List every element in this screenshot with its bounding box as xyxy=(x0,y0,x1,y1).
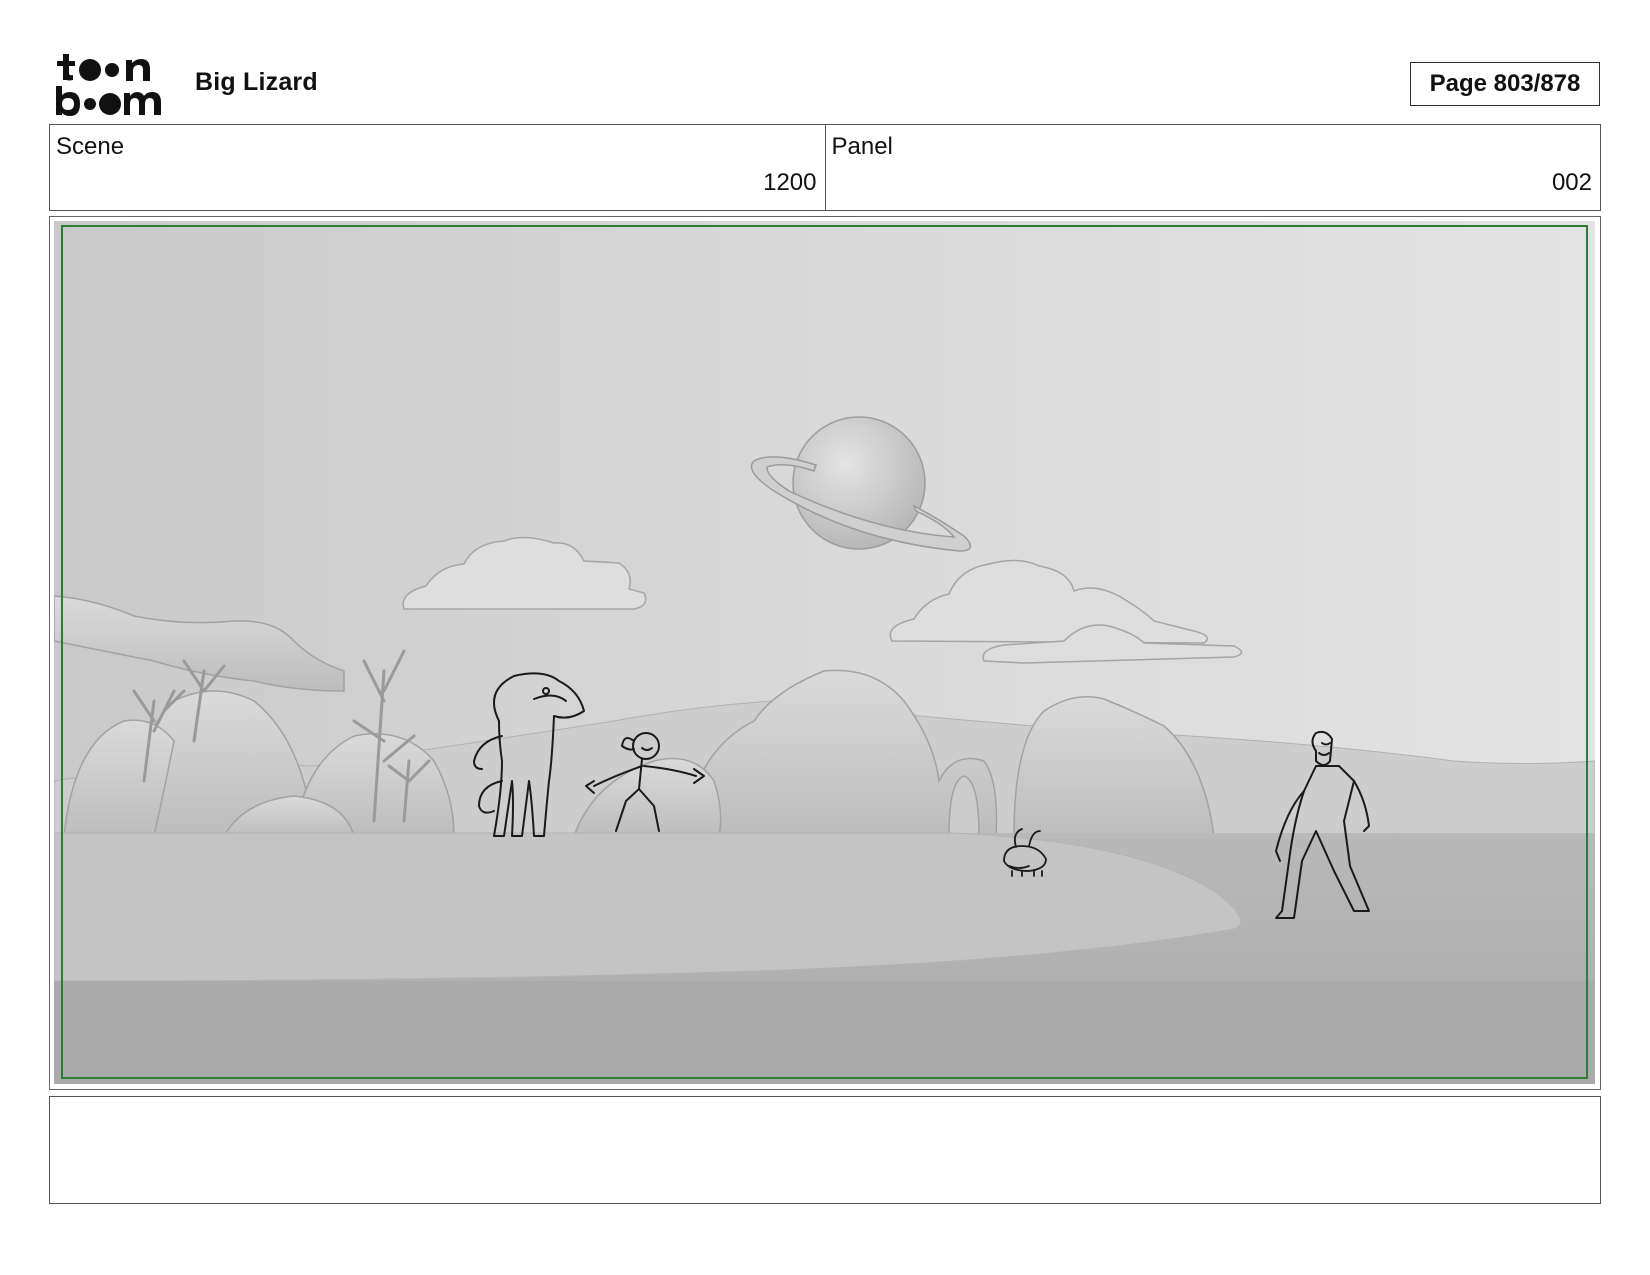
storyboard-panel-image xyxy=(54,221,1595,1084)
scene-cell: Scene 1200 xyxy=(50,125,825,210)
panel-notes[interactable] xyxy=(49,1096,1601,1204)
storyboard-panel xyxy=(49,216,1601,1090)
toon-boom-logo xyxy=(56,54,161,116)
panel-value: 002 xyxy=(1551,169,1592,196)
scene-value: 1200 xyxy=(763,169,817,196)
page-number: Page 803/878 xyxy=(1410,62,1600,106)
ground-foreground xyxy=(54,981,1595,1084)
project-title: Big Lizard xyxy=(195,68,318,96)
scene-label: Scene xyxy=(56,133,125,160)
panel-label: Panel xyxy=(831,133,893,160)
scene-panel-info: Scene 1200 Panel 002 xyxy=(49,124,1601,211)
panel-cell: Panel 002 xyxy=(824,125,1601,210)
